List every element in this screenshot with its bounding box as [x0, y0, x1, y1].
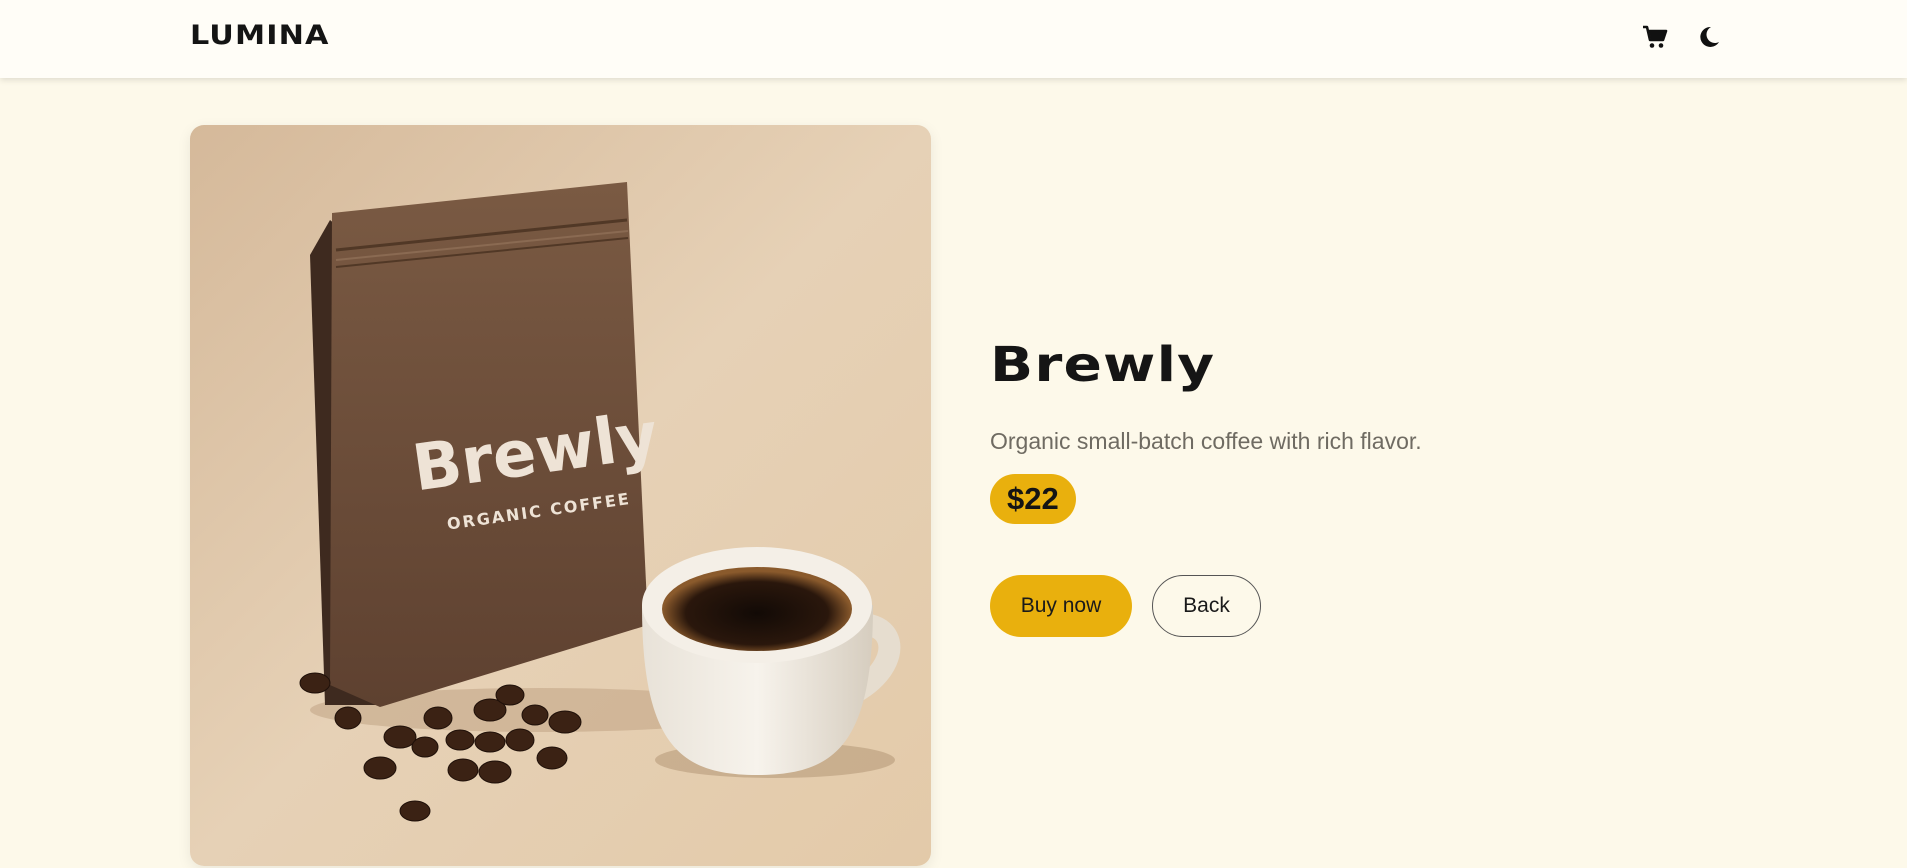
product-title: Brewly — [990, 337, 1216, 393]
back-button[interactable]: Back — [1152, 575, 1261, 637]
buy-now-button[interactable]: Buy now — [990, 575, 1132, 637]
action-buttons: Buy now Back — [990, 575, 1422, 637]
moon-icon[interactable] — [1694, 22, 1724, 52]
cart-icon[interactable] — [1640, 22, 1670, 52]
product-description: Organic small-batch coffee with rich fla… — [990, 428, 1422, 454]
top-nav-bar: LUMINA — [0, 0, 1907, 78]
product-image: Brewly ORGANIC COFFEE — [190, 125, 931, 866]
logo[interactable]: LUMINA — [190, 20, 330, 51]
product-details: Brewly Organic small-batch coffee with r… — [990, 330, 1422, 637]
price-badge: $22 — [990, 474, 1076, 524]
